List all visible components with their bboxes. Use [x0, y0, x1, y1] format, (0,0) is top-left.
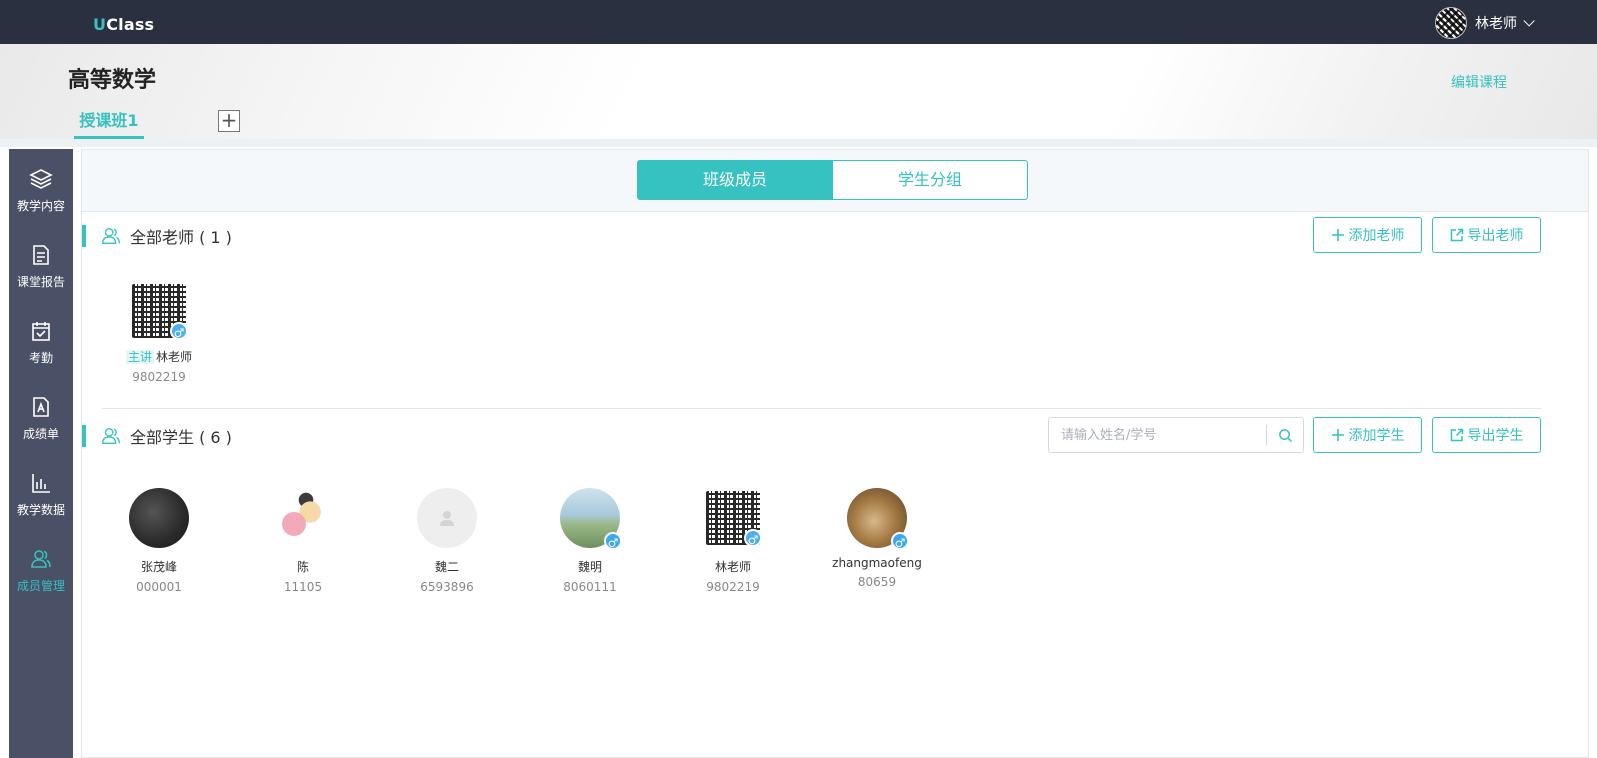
- student-card[interactable]: ♂ zhangmaofeng 80659: [822, 488, 932, 589]
- export-teacher-label: 导出老师: [1467, 228, 1524, 244]
- chevron-down-icon: [1523, 15, 1535, 27]
- student-avatar: ♂: [706, 491, 762, 547]
- user-name: 林老师: [1475, 16, 1517, 32]
- layers-icon: [29, 169, 53, 189]
- users-icon: [102, 427, 120, 445]
- plus-icon: [1331, 229, 1344, 241]
- logo-text: Class: [106, 15, 155, 34]
- student-card[interactable]: ♂ 林老师 9802219: [678, 488, 788, 594]
- search-icon[interactable]: [1267, 418, 1303, 452]
- student-name: zhangmaofeng: [832, 556, 922, 570]
- member-management-panel: 班级成员 学生分组 全部老师 ( 1 ) 添加老师 导出老师 ♂ 主讲 林老师 9…: [81, 149, 1589, 758]
- male-icon: ♂: [891, 532, 909, 550]
- student-avatar: ♂: [847, 488, 909, 550]
- teachers-section-header: 全部老师 ( 1 ): [82, 225, 232, 247]
- student-card[interactable]: 陈 11105: [248, 488, 358, 594]
- sidebar-item-label: 成员管理: [16, 579, 65, 593]
- student-avatar: [417, 488, 477, 548]
- tab-class-1[interactable]: 授课班1: [74, 107, 144, 139]
- teacher-name: 林老师: [156, 350, 193, 364]
- sidebar-item-label: 教学数据: [16, 503, 65, 517]
- sidebar-item-grades[interactable]: 成绩单: [9, 377, 73, 447]
- sidebar-item-label: 考勤: [28, 351, 53, 365]
- teacher-avatar: ♂: [132, 284, 188, 340]
- teacher-name-line: 主讲 林老师: [104, 348, 214, 365]
- sidebar-item-label: 教学内容: [16, 199, 65, 213]
- sidebar-item-teaching-content[interactable]: 教学内容: [9, 149, 73, 219]
- grade-report-icon: [33, 397, 49, 417]
- student-card[interactable]: 张茂峰 000001: [104, 488, 214, 594]
- uclass-logo[interactable]: UClass: [93, 15, 154, 34]
- section-accent-bar: [82, 225, 86, 247]
- sidebar-item-attendance[interactable]: 考勤: [9, 301, 73, 371]
- student-id: 9802219: [706, 580, 760, 594]
- add-student-button[interactable]: 添加学生: [1313, 417, 1422, 453]
- teachers-section-title: 全部老师 ( 1 ): [130, 228, 232, 247]
- teacher-card[interactable]: ♂ 主讲 林老师 9802219: [104, 284, 214, 384]
- calendar-check-icon: [32, 322, 50, 341]
- segment-bar: 班级成员 学生分组: [82, 150, 1588, 212]
- course-title: 高等数学: [68, 68, 157, 93]
- male-icon: ♂: [744, 529, 762, 547]
- student-id: 11105: [283, 580, 323, 594]
- section-accent-bar: [82, 425, 86, 447]
- sidebar-item-class-report[interactable]: 课堂报告: [9, 225, 73, 295]
- sidebar: 教学内容 课堂报告 考勤 成绩单 教学数据 成员管理: [9, 149, 73, 758]
- male-icon: ♂: [170, 322, 188, 340]
- student-name: 陈: [296, 560, 309, 574]
- male-icon: ♂: [604, 532, 622, 550]
- default-user-icon: [440, 511, 454, 526]
- student-name: 张茂峰: [140, 560, 177, 574]
- header-divider-strip: [0, 139, 1597, 147]
- user-avatar: [1435, 7, 1467, 39]
- bar-chart-icon: [32, 474, 50, 493]
- document-icon: [33, 245, 49, 265]
- students-section-header: 全部学生 ( 6 ): [82, 425, 232, 447]
- export-icon: [1450, 428, 1463, 442]
- student-card[interactable]: 魏二 6593896: [392, 488, 502, 594]
- user-menu[interactable]: 林老师: [1435, 7, 1535, 39]
- export-icon: [1450, 228, 1463, 242]
- student-avatar: ♂: [560, 488, 622, 550]
- student-id: 8060111: [563, 580, 617, 594]
- add-student-label: 添加学生: [1348, 428, 1405, 444]
- top-bar: UClass 林老师: [0, 0, 1597, 44]
- student-name: 魏明: [577, 560, 602, 574]
- sidebar-item-teaching-data[interactable]: 教学数据: [9, 453, 73, 523]
- student-card[interactable]: ♂ 魏明 8060111: [535, 488, 645, 594]
- student-id: 80659: [857, 575, 897, 589]
- add-class-button[interactable]: +: [218, 110, 240, 132]
- add-teacher-button[interactable]: 添加老师: [1313, 217, 1422, 253]
- section-divider: [102, 408, 1542, 409]
- role-badge: 主讲: [125, 350, 154, 364]
- users-icon: [102, 227, 120, 245]
- student-avatar: [129, 488, 189, 548]
- tab-class-members[interactable]: 班级成员: [637, 160, 833, 200]
- student-id: 000001: [136, 580, 182, 594]
- student-name: 林老师: [714, 560, 751, 574]
- student-search-input[interactable]: [1049, 418, 1267, 452]
- student-search-box: [1048, 417, 1304, 453]
- tab-student-groups[interactable]: 学生分组: [832, 160, 1028, 200]
- add-teacher-label: 添加老师: [1348, 228, 1405, 244]
- sidebar-item-label: 课堂报告: [16, 275, 65, 289]
- users-icon: [31, 550, 51, 568]
- course-header: 高等数学 编辑课程 授课班1 +: [0, 44, 1597, 139]
- export-student-label: 导出学生: [1467, 428, 1524, 444]
- students-section-title: 全部学生 ( 6 ): [130, 428, 232, 447]
- student-avatar: [273, 488, 333, 548]
- teacher-id: 9802219: [132, 370, 186, 384]
- student-name: 魏二: [434, 560, 459, 574]
- plus-icon: [1331, 429, 1344, 441]
- sidebar-item-label: 成绩单: [22, 427, 59, 441]
- edit-course-link[interactable]: 编辑课程: [1451, 72, 1507, 92]
- export-student-button[interactable]: 导出学生: [1432, 417, 1541, 453]
- logo-u: U: [93, 15, 107, 34]
- export-teacher-button[interactable]: 导出老师: [1432, 217, 1541, 253]
- sidebar-item-member-management[interactable]: 成员管理: [9, 529, 73, 599]
- student-id: 6593896: [420, 580, 474, 594]
